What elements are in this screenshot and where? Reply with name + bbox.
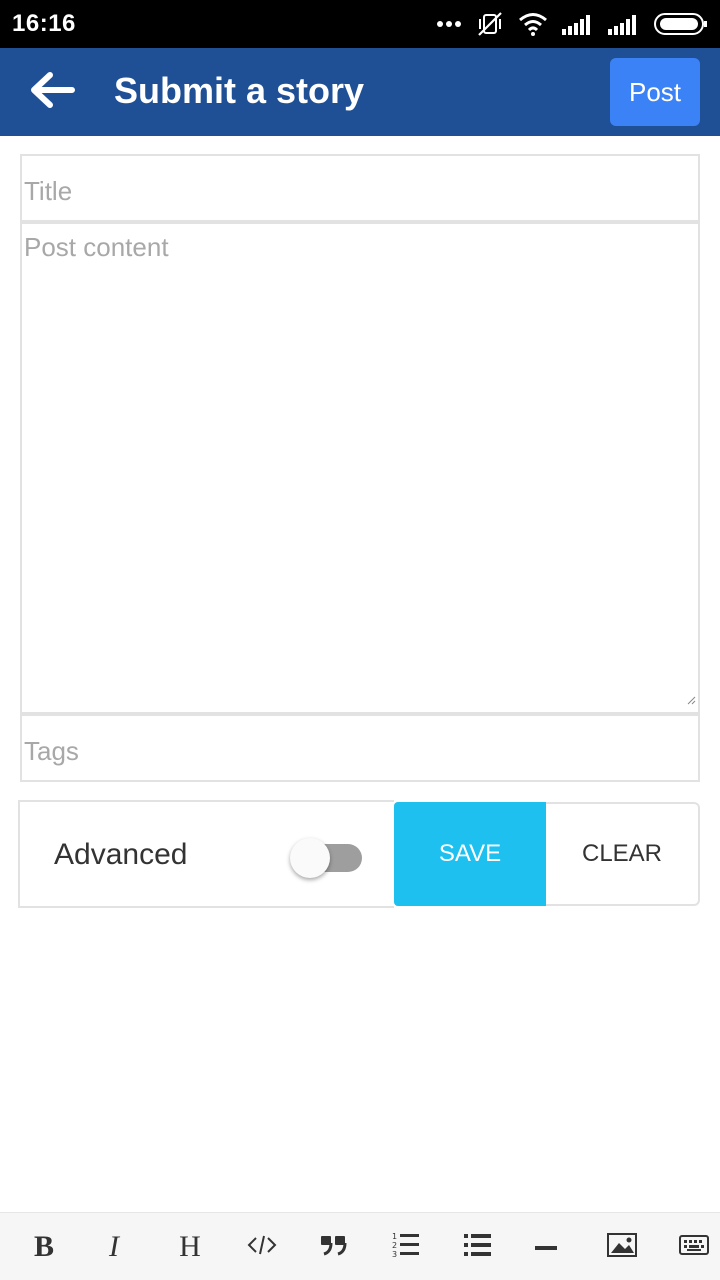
screen: 16:16 Submit a story Post Title Post con…	[0, 0, 720, 1280]
title-placeholder: Title	[24, 176, 73, 206]
vibrate-off-icon	[476, 10, 504, 38]
advanced-toggle[interactable]	[290, 838, 364, 878]
advanced-label: Advanced	[54, 838, 188, 871]
status-bar: 16:16	[0, 0, 720, 48]
horizontal-rule-icon	[535, 1238, 557, 1256]
advanced-panel: Advanced	[18, 800, 394, 908]
post-content-placeholder: Post content	[24, 232, 169, 262]
wifi-icon	[518, 12, 548, 36]
save-button[interactable]: SAVE	[394, 802, 546, 906]
post-button[interactable]: Post	[610, 58, 700, 126]
page-title: Submit a story	[114, 70, 365, 111]
keyboard-button[interactable]	[670, 1223, 718, 1271]
heading-button[interactable]: H	[166, 1223, 214, 1271]
code-icon	[247, 1233, 277, 1262]
toggle-knob	[290, 838, 330, 878]
back-button[interactable]	[20, 64, 84, 120]
unordered-list-icon	[464, 1233, 492, 1262]
italic-button[interactable]: I	[90, 1223, 138, 1271]
more-dots-icon	[436, 20, 462, 28]
ordered-list-icon: 1 2 3	[392, 1231, 420, 1264]
status-time: 16:16	[12, 10, 76, 37]
quote-icon	[320, 1234, 348, 1261]
tags-input[interactable]: Tags	[20, 714, 700, 782]
code-button[interactable]	[238, 1223, 286, 1271]
format-toolbar: B I H 1 2 3	[0, 1212, 720, 1280]
image-icon	[607, 1232, 637, 1262]
quote-button[interactable]	[310, 1223, 358, 1271]
svg-text:1: 1	[392, 1232, 397, 1241]
bold-icon: B	[33, 1230, 54, 1263]
post-content-input[interactable]: Post content	[20, 222, 700, 714]
clear-button[interactable]: CLEAR	[546, 802, 700, 906]
horizontal-rule-button[interactable]	[522, 1223, 570, 1271]
bold-button[interactable]: B	[20, 1223, 68, 1271]
signal-icon	[562, 13, 594, 35]
battery-icon	[654, 12, 708, 36]
keyboard-icon	[679, 1234, 709, 1260]
resize-grip-icon[interactable]	[686, 692, 696, 710]
title-input[interactable]: Title	[20, 154, 700, 222]
signal-icon	[608, 13, 640, 35]
heading-icon: H	[179, 1230, 201, 1263]
ordered-list-button[interactable]: 1 2 3	[382, 1223, 430, 1271]
svg-text:2: 2	[392, 1241, 397, 1250]
tags-placeholder: Tags	[24, 736, 79, 766]
svg-text:3: 3	[392, 1250, 397, 1259]
image-button[interactable]	[598, 1223, 646, 1271]
italic-icon: I	[109, 1230, 119, 1263]
status-icons	[436, 8, 708, 40]
unordered-list-button[interactable]	[454, 1223, 502, 1271]
arrow-left-icon	[28, 70, 76, 115]
app-bar: Submit a story Post	[0, 48, 720, 136]
